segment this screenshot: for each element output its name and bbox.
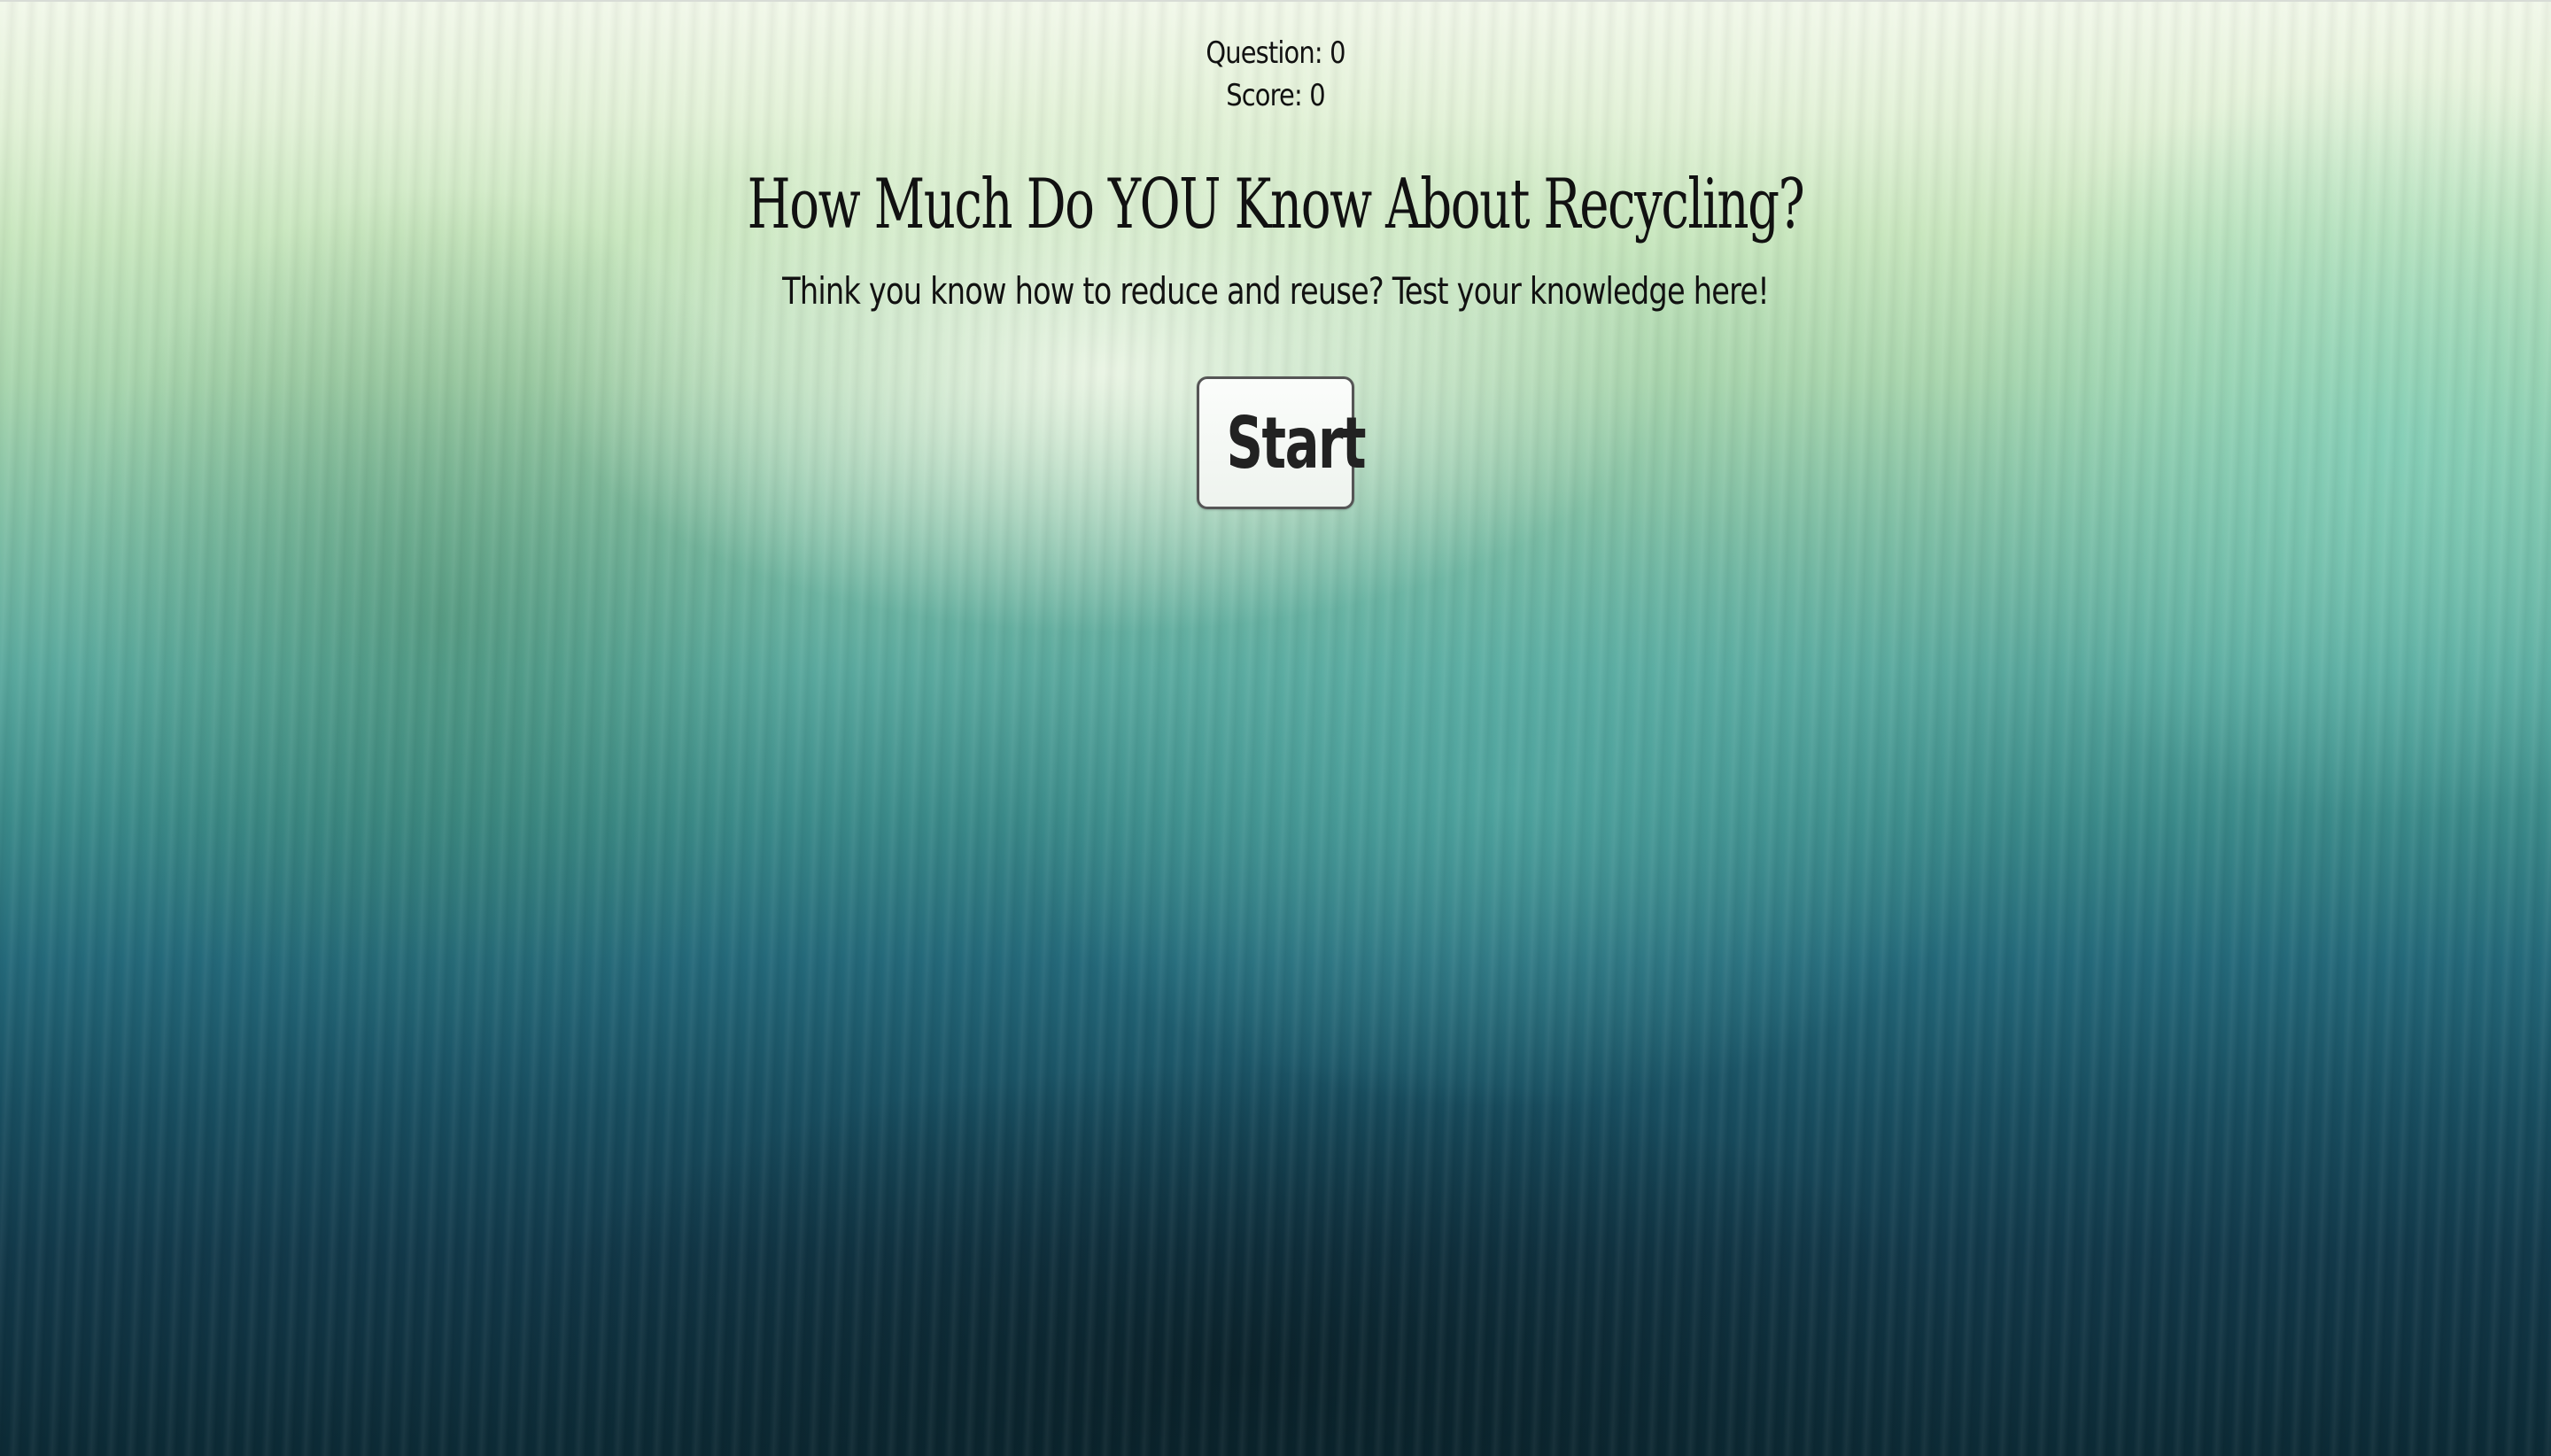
page-title: How Much Do YOU Know About Recycling? [747, 165, 1805, 244]
quiz-stats: Question: 0 Score: 0 [191, 0, 2360, 117]
start-button-label: Start [1226, 401, 1366, 484]
question-counter: Question: 0 [1206, 35, 1345, 71]
score-counter: Score: 0 [1226, 78, 1325, 113]
start-button-wrapper: Start [0, 376, 2551, 509]
quiz-container: Question: 0 Score: 0 How Much Do YOU Kno… [0, 0, 2551, 509]
start-button[interactable]: Start [1197, 376, 1367, 509]
page-subtitle: Think you know how to reduce and reuse? … [782, 269, 1770, 313]
